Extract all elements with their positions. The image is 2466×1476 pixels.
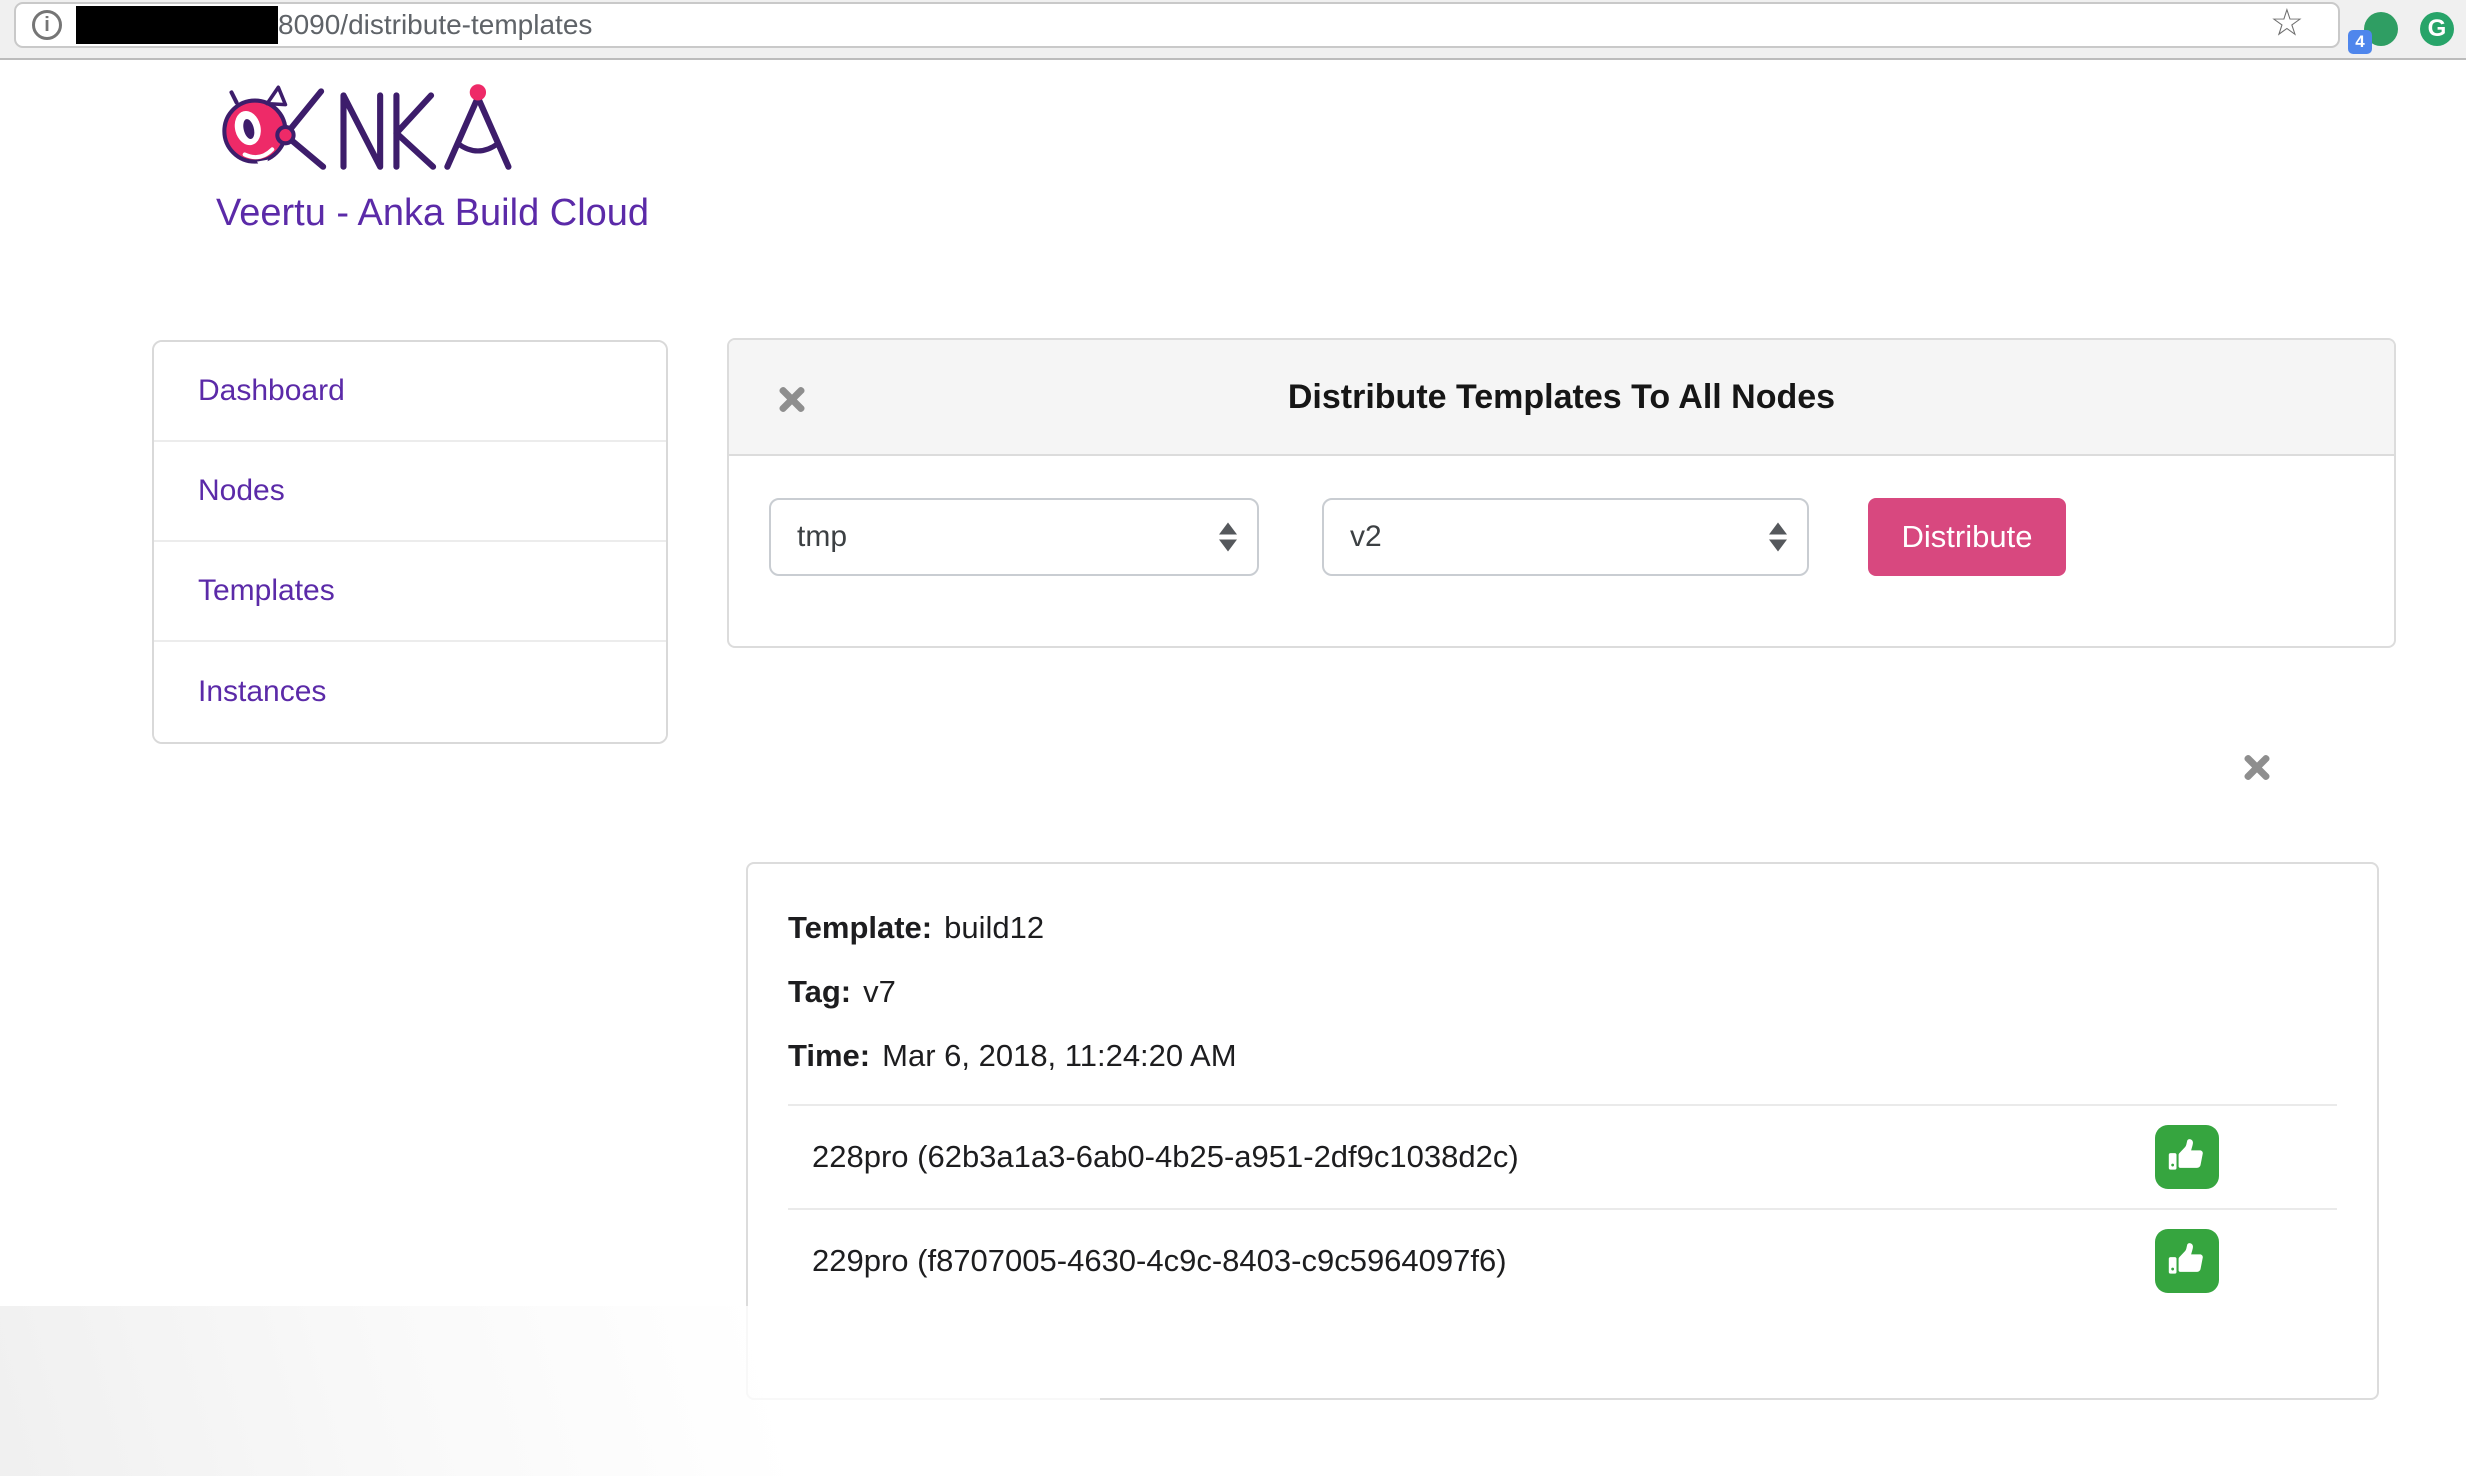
time-label: Time: bbox=[788, 1038, 870, 1074]
sidebar-item-label: Templates bbox=[198, 574, 335, 608]
distribute-button[interactable]: Distribute bbox=[1868, 498, 2066, 576]
distribution-meta: Template: build12 Tag: v7 Time: Mar 6, 2… bbox=[748, 864, 2377, 1072]
bookmark-star-icon[interactable]: ☆ bbox=[2270, 4, 2304, 42]
sidebar-item-label: Nodes bbox=[198, 474, 285, 508]
distribute-panel-body: tmp v2 Distribute bbox=[729, 456, 2394, 646]
thumbs-up-icon bbox=[2155, 1125, 2219, 1189]
sidebar-item-dashboard[interactable]: Dashboard bbox=[154, 342, 666, 442]
select-arrows-icon bbox=[1769, 523, 1787, 552]
distribute-panel-header: Distribute Templates To All Nodes bbox=[729, 340, 2394, 456]
node-name: 228pro (62b3a1a3-6ab0-4b25-a951-2df9c103… bbox=[812, 1139, 1519, 1175]
sidebar-item-instances[interactable]: Instances bbox=[154, 642, 666, 742]
thumbs-up-glyph bbox=[2166, 1136, 2208, 1178]
select-arrows-icon bbox=[1219, 523, 1237, 552]
template-select-value: tmp bbox=[797, 520, 847, 554]
time-line: Time: Mar 6, 2018, 11:24:20 AM bbox=[788, 1040, 2337, 1072]
grammarly-icon[interactable]: G bbox=[2420, 12, 2454, 46]
browser-toolbar: i 8090/distribute-templates ☆ 4 G bbox=[0, 0, 2466, 60]
tag-label: Tag: bbox=[788, 974, 851, 1010]
node-status-list: 228pro (62b3a1a3-6ab0-4b25-a951-2df9c103… bbox=[788, 1104, 2337, 1312]
template-line: Template: build12 bbox=[788, 912, 2337, 944]
template-value: build12 bbox=[944, 910, 1044, 946]
sidebar-item-label: Instances bbox=[198, 675, 326, 709]
node-row: 228pro (62b3a1a3-6ab0-4b25-a951-2df9c103… bbox=[788, 1104, 2337, 1208]
sidebar-item-nodes[interactable]: Nodes bbox=[154, 442, 666, 542]
page-info-icon[interactable]: i bbox=[32, 10, 62, 40]
template-label: Template: bbox=[788, 910, 932, 946]
redacted-url-segment bbox=[76, 6, 278, 44]
distribute-panel-title: Distribute Templates To All Nodes bbox=[1288, 378, 1835, 417]
url-text: 8090/distribute-templates bbox=[278, 9, 592, 41]
distribute-templates-panel: Distribute Templates To All Nodes tmp v2… bbox=[727, 338, 2396, 648]
node-row: 229pro (f8707005-4630-4c9c-8403-c9c59640… bbox=[788, 1208, 2337, 1312]
template-select[interactable]: tmp bbox=[769, 498, 1259, 576]
extension-icon[interactable]: 4 bbox=[2364, 12, 2398, 46]
tag-select-value: v2 bbox=[1350, 520, 1382, 554]
thumbs-up-glyph bbox=[2166, 1240, 2208, 1282]
sidebar-item-templates[interactable]: Templates bbox=[154, 542, 666, 642]
sidebar-item-label: Dashboard bbox=[198, 374, 345, 408]
anka-logo bbox=[212, 70, 532, 182]
time-value: Mar 6, 2018, 11:24:20 AM bbox=[882, 1038, 1236, 1074]
thumbs-up-icon bbox=[2155, 1229, 2219, 1293]
tag-line: Tag: v7 bbox=[788, 976, 2337, 1008]
tag-select[interactable]: v2 bbox=[1322, 498, 1809, 576]
page-title: Veertu - Anka Build Cloud bbox=[216, 192, 649, 235]
close-icon[interactable] bbox=[775, 382, 809, 416]
tag-value: v7 bbox=[863, 974, 896, 1010]
node-name: 229pro (f8707005-4630-4c9c-8403-c9c59640… bbox=[812, 1243, 1507, 1279]
notification-dismiss-icon[interactable] bbox=[2240, 750, 2274, 784]
address-bar[interactable]: i 8090/distribute-templates ☆ bbox=[14, 2, 2340, 48]
sidebar-nav: Dashboard Nodes Templates Instances bbox=[152, 340, 668, 744]
anka-logo-graphic bbox=[212, 70, 532, 182]
extension-badge: 4 bbox=[2348, 30, 2372, 54]
distribution-result-card: Template: build12 Tag: v7 Time: Mar 6, 2… bbox=[746, 862, 2379, 1400]
